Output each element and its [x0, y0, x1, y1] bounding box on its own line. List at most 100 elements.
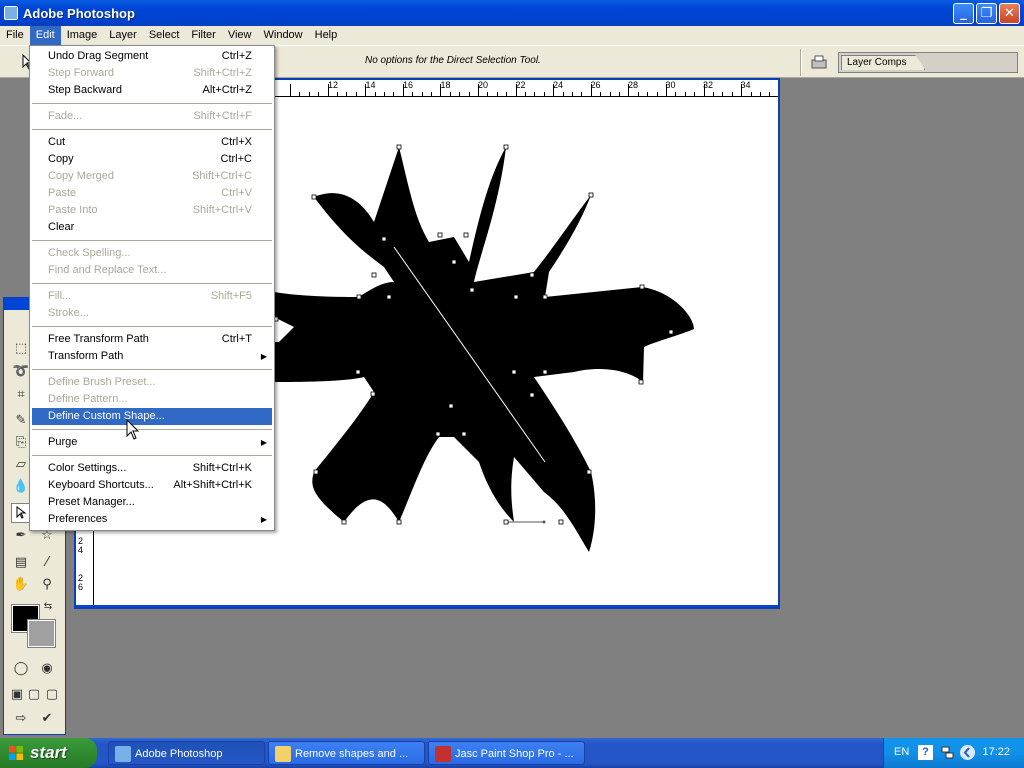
marquee-tool-icon[interactable]: ⬚: [11, 338, 31, 358]
menu-item-label: Clear: [48, 221, 75, 233]
taskbar-button-label: Jasc Paint Shop Pro - ...: [455, 748, 574, 760]
menu-item-shortcut: Shift+Ctrl+F: [193, 110, 252, 122]
ruler-tick: [431, 92, 432, 96]
jump-to-imageready-icon[interactable]: ⇨: [11, 708, 31, 728]
standard-mode-icon[interactable]: ◯: [11, 658, 31, 678]
eyedropper-tool-icon[interactable]: ⁄: [37, 552, 57, 572]
ruler-tick: [619, 92, 620, 96]
screen-mode-standard-icon[interactable]: ▣: [9, 684, 25, 704]
menu-item-cut[interactable]: Cut Ctrl+X: [30, 134, 274, 151]
ruler-tick: [308, 92, 310, 96]
palette-well: Layer Comps: [838, 52, 1018, 73]
lasso-tool-icon[interactable]: ➰: [11, 361, 31, 381]
restore-button[interactable]: ❐: [976, 3, 997, 24]
menu-item-stroke[interactable]: Stroke...: [30, 305, 274, 322]
menu-item-paste[interactable]: Paste Ctrl+V: [30, 185, 274, 202]
close-button[interactable]: ✕: [999, 3, 1020, 24]
clone-stamp-icon[interactable]: ⎘: [11, 432, 31, 452]
taskbar-button-1[interactable]: Adobe Photoshop: [108, 741, 265, 765]
ruler-tick: [459, 92, 461, 96]
ruler-tick: [600, 92, 602, 96]
image-ready-icon[interactable]: ✔: [37, 708, 57, 728]
title-bar: Adobe Photoshop _ ❐ ✕: [0, 0, 1024, 26]
menu-separator: [30, 279, 274, 288]
menu-help[interactable]: Help: [309, 26, 344, 45]
swap-colors-icon[interactable]: ⇆: [42, 600, 54, 612]
file-browser-icon[interactable]: [809, 54, 829, 70]
menu-item-find-and-replace-text[interactable]: Find and Replace Text...: [30, 262, 274, 279]
ruler-tick-label: 12: [328, 80, 339, 90]
menu-filter[interactable]: Filter: [185, 26, 221, 45]
menu-window[interactable]: Window: [258, 26, 309, 45]
menu-item-define-custom-shape[interactable]: Define Custom Shape...: [32, 408, 272, 425]
screen-mode-full-icon[interactable]: ▢: [44, 684, 60, 704]
menu-item-transform-path[interactable]: Transform Path ▶: [30, 348, 274, 365]
ruler-tick: [337, 92, 338, 96]
ruler-tick: [666, 84, 667, 96]
ruler-tick-label: 20: [478, 80, 489, 90]
healing-brush-icon[interactable]: ✎: [11, 410, 31, 430]
minimize-button[interactable]: _: [953, 3, 974, 24]
ruler-tick: [478, 84, 479, 96]
menu-select[interactable]: Select: [143, 26, 186, 45]
menu-edit[interactable]: Edit: [29, 26, 61, 45]
menu-item-undo-drag-segment[interactable]: Undo Drag Segment Ctrl+Z: [30, 48, 274, 65]
menu-item-label: Paste: [48, 187, 77, 199]
menu-item-step-forward[interactable]: Step Forward Shift+Ctrl+Z: [30, 65, 274, 82]
taskbar-button-3[interactable]: Jasc Paint Shop Pro - ...: [428, 741, 585, 765]
pen-tool-icon[interactable]: ✒: [11, 525, 31, 545]
eraser-tool-icon[interactable]: ▱: [11, 454, 31, 474]
ruler-tick: [628, 84, 630, 96]
menu-file[interactable]: File: [0, 26, 30, 45]
menu-item-fade[interactable]: Fade... Shift+Ctrl+F: [30, 108, 274, 125]
language-indicator[interactable]: EN: [894, 746, 909, 758]
hand-tool-icon[interactable]: ✋: [11, 574, 31, 594]
ruler-tick: [365, 84, 367, 96]
menu-item-clear[interactable]: Clear: [30, 219, 274, 236]
menu-item-label: Define Custom Shape...: [48, 410, 165, 422]
menu-item-color-settings[interactable]: Color Settings... Shift+Ctrl+K: [30, 460, 274, 477]
blur-tool-icon[interactable]: 💧: [11, 476, 31, 496]
menu-image[interactable]: Image: [61, 26, 104, 45]
menu-item-step-backward[interactable]: Step Backward Alt+Ctrl+Z: [30, 82, 274, 99]
menu-item-fill[interactable]: Fill... Shift+F5: [30, 288, 274, 305]
ruler-tick-label: 16: [403, 80, 414, 90]
menu-item-label: Check Spelling...: [48, 247, 131, 259]
menu-item-shortcut: Ctrl+T: [221, 333, 252, 345]
ruler-tick: [609, 92, 611, 96]
show-hidden-icons-icon[interactable]: [960, 745, 975, 760]
start-button[interactable]: start: [0, 738, 97, 768]
background-color-swatch[interactable]: [27, 619, 56, 648]
menu-item-check-spelling[interactable]: Check Spelling...: [30, 245, 274, 262]
menu-item-free-transform-path[interactable]: Free Transform Path Ctrl+T: [30, 331, 274, 348]
menu-layer[interactable]: Layer: [103, 26, 143, 45]
menu-separator: [30, 451, 274, 460]
menu-item-define-brush-preset[interactable]: Define Brush Preset...: [30, 374, 274, 391]
menu-item-define-pattern[interactable]: Define Pattern...: [30, 391, 274, 408]
ruler-tick-label: 28: [628, 80, 639, 90]
layer-comps-tab[interactable]: Layer Comps: [841, 55, 926, 70]
help-icon[interactable]: ?: [918, 745, 933, 760]
network-icon[interactable]: [940, 745, 955, 760]
ruler-tick: [562, 92, 564, 96]
taskbar-button-2[interactable]: Remove shapes and ...: [268, 741, 425, 765]
photoshop-icon: [4, 6, 18, 20]
menu-view[interactable]: View: [222, 26, 258, 45]
menu-item-copy[interactable]: Copy Ctrl+C: [30, 151, 274, 168]
menu-item-copy-merged[interactable]: Copy Merged Shift+Ctrl+C: [30, 168, 274, 185]
menu-item-purge[interactable]: Purge ▶: [30, 434, 274, 451]
menu-item-label: Preset Manager...: [48, 496, 135, 508]
ruler-tick: [318, 92, 320, 96]
menu-item-keyboard-shortcuts[interactable]: Keyboard Shortcuts... Alt+Shift+Ctrl+K: [30, 477, 274, 494]
notes-tool-icon[interactable]: ▤: [11, 552, 31, 572]
window-controls: _ ❐ ✕: [953, 3, 1020, 24]
quick-mask-mode-icon[interactable]: ◉: [37, 658, 57, 678]
crop-tool-icon[interactable]: ⌗: [11, 384, 31, 404]
menu-item-paste-into[interactable]: Paste Into Shift+Ctrl+V: [30, 202, 274, 219]
menu-item-preset-manager[interactable]: Preset Manager...: [30, 494, 274, 511]
direct-selection-tool-icon[interactable]: [11, 503, 31, 523]
menu-item-shortcut: Ctrl+Z: [221, 50, 252, 62]
menu-item-preferences[interactable]: Preferences ▶: [30, 511, 274, 528]
zoom-tool-icon[interactable]: ⚲: [37, 574, 57, 594]
screen-mode-menu-icon[interactable]: ▢: [26, 684, 42, 704]
